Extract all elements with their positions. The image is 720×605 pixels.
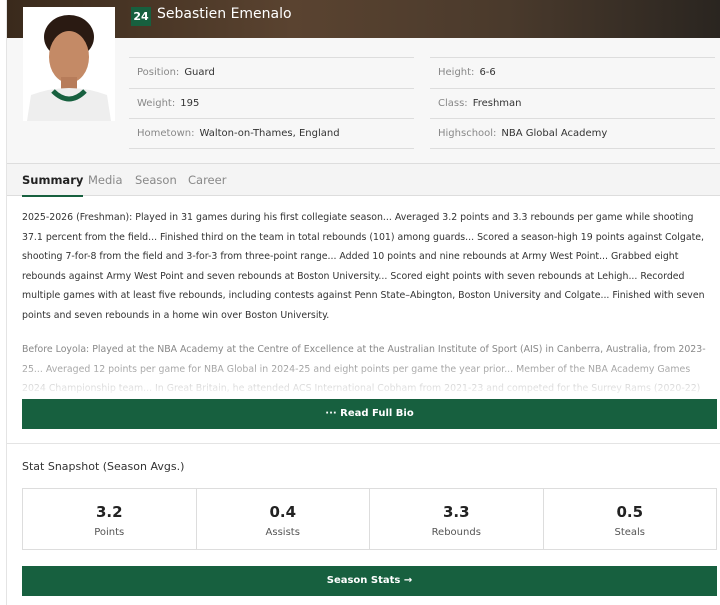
player-photo [23, 7, 115, 121]
tab-career[interactable]: Career [188, 173, 226, 187]
bio-current-season: 2025-2026 (Freshman): Played in 31 games… [22, 212, 705, 321]
stat-rebounds: 3.3 Rebounds [370, 489, 544, 549]
tab-summary[interactable]: Summary [22, 173, 84, 197]
info-row-weight: Weight: 195 [129, 87, 414, 119]
tab-media[interactable]: Media [88, 173, 123, 187]
info-column-right: Height: 6-6 Class: Freshman Highschool: NBA… [430, 57, 715, 149]
bio-before: Before Loyola: Played at the NBA Academy… [22, 340, 714, 398]
info-row-position: Position: Guard [129, 57, 414, 88]
page-edge [0, 0, 7, 605]
player-name: Sebastien Emenalo [157, 6, 292, 22]
info-row-height: Height: 6-6 [430, 57, 715, 88]
divider [7, 443, 720, 444]
season-stats-button[interactable]: Season Stats → [22, 566, 717, 596]
stat-steals: 0.5 Steals [614, 503, 646, 538]
info-column-left: Position: Guard Weight: 195 Hometown: Walto… [129, 57, 414, 149]
info-row-hometown: Hometown: Walton-on-Thames, England [129, 118, 414, 149]
stat-assists: 0.4 Assists [197, 489, 370, 549]
stat-snapshot-title: Stat Snapshot (Season Avgs.) [22, 460, 185, 473]
info-row-highschool: Highschool: NBA Global Academy [430, 118, 715, 149]
jersey-number-badge: 24 [131, 7, 151, 26]
tab-bar: Summary Media Season Career [7, 163, 720, 197]
tab-season[interactable]: Season [135, 173, 177, 187]
info-row-class: Class: Freshman [430, 87, 715, 119]
read-full-bio-button[interactable]: ··· Read Full Bio [22, 399, 717, 429]
stat-points: 3.2 Points [23, 489, 197, 549]
player-profile: 24 Sebastien Emenalo Position: Guard Weig… [7, 0, 720, 605]
stat-snapshot: 3.2 Points 0.4 Assists 3.3 Rebounds 0.5 Stea… [22, 488, 717, 550]
